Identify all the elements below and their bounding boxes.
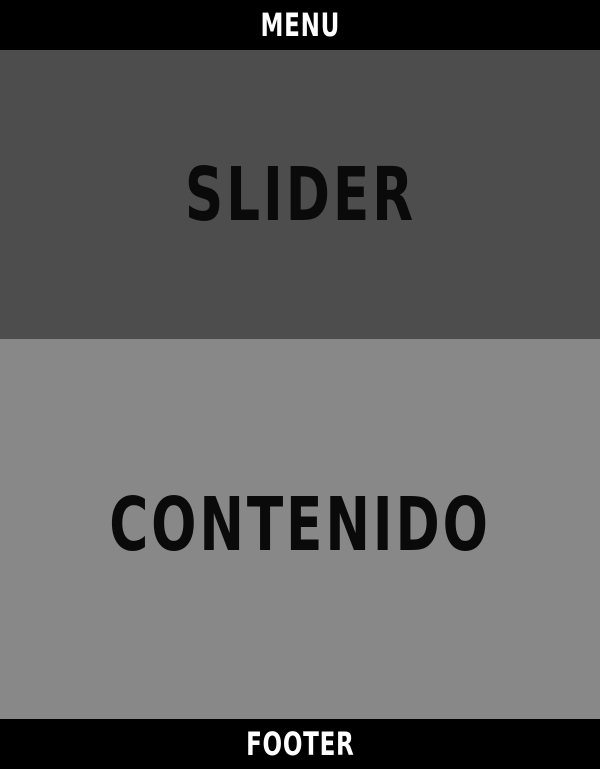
slider-label: SLIDER: [184, 151, 416, 238]
content-label: CONTENIDO: [109, 482, 491, 568]
footer-label: FOOTER: [245, 725, 355, 763]
slider-section: SLIDER: [0, 50, 600, 339]
footer-bar: FOOTER: [0, 719, 600, 769]
menu-label: MENU: [260, 6, 340, 44]
menu-bar: MENU: [0, 0, 600, 50]
layout-wireframe: MENU SLIDER CONTENIDO FOOTER: [0, 0, 600, 769]
content-section: CONTENIDO: [0, 339, 600, 719]
